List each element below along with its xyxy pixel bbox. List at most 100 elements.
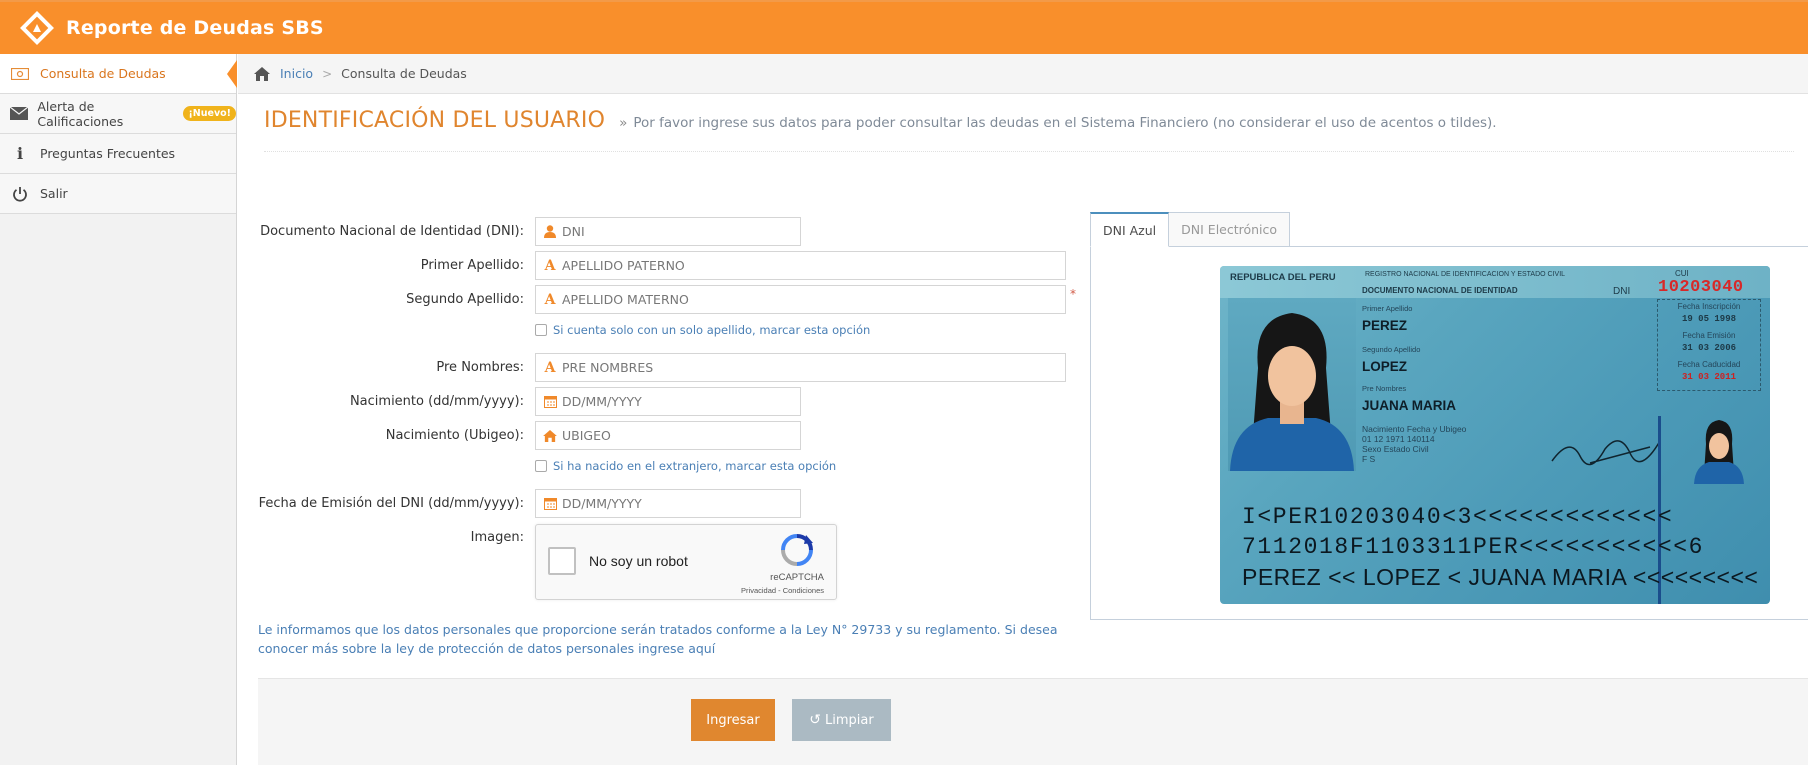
- card-lbl-inscripcion: Fecha Inscripción: [1677, 302, 1741, 311]
- card-mrz-line1: I<PER10203040<3<<<<<<<<<<<<<: [1242, 504, 1674, 530]
- required-mark: *: [1070, 287, 1076, 301]
- power-icon: [0, 186, 40, 202]
- card-photo: [1228, 298, 1356, 471]
- recaptcha-label: No soy un robot: [589, 553, 688, 569]
- dni-input[interactable]: DNI: [535, 217, 801, 246]
- submit-button[interactable]: Ingresar: [691, 699, 775, 741]
- foreign-birth-checkbox[interactable]: Si ha nacido en el extranjero, marcar es…: [535, 459, 836, 473]
- single-surname-label: Si cuenta solo con un solo apellido, mar…: [553, 323, 871, 337]
- privacy-note-link[interactable]: Le informamos que los datos personales q…: [258, 620, 1088, 658]
- breadcrumb-separator: >: [322, 66, 333, 81]
- card-signature: [1551, 440, 1661, 466]
- card-lbl-emision: Fecha Emisión: [1682, 331, 1736, 340]
- ubigeo-label: Nacimiento (Ubigeo):: [385, 428, 524, 443]
- sidebar-item-label: Alerta de Calificaciones: [37, 98, 124, 129]
- sidebar-item-label: Consulta de Deudas: [40, 66, 166, 81]
- ubigeo-placeholder: UBIGEO: [562, 428, 611, 443]
- recaptcha-brand: reCAPTCHA: [770, 572, 824, 583]
- card-caducidad: 31 03 2011: [1681, 372, 1736, 382]
- nacimiento-placeholder: DD/MM/YYYY: [562, 394, 642, 409]
- emision-placeholder: DD/MM/YYYY: [562, 496, 642, 511]
- card-country: REPUBLICA DEL PERU: [1230, 272, 1336, 283]
- breadcrumb-current: Consulta de Deudas: [341, 66, 467, 81]
- recaptcha-checkbox[interactable]: [548, 547, 576, 575]
- breadcrumb: Inicio > Consulta de Deudas: [238, 54, 1808, 94]
- page-subtitle: » Por favor ingrese sus datos para poder …: [619, 115, 1496, 131]
- recaptcha-logo-icon: [780, 533, 814, 567]
- apellido2-placeholder: APELLIDO MATERNO: [562, 292, 689, 307]
- sidebar-item-alerta[interactable]: Alerta de Calificaciones ¡Nuevo!: [0, 94, 236, 134]
- sidebar-item-preguntas[interactable]: i Preguntas Frecuentes: [0, 134, 236, 174]
- nombres-placeholder: PRE NOMBRES: [562, 360, 654, 375]
- card-dni-label: DNI: [1613, 286, 1631, 297]
- checkbox-box[interactable]: [535, 460, 547, 472]
- recaptcha-widget: No soy un robot reCAPTCHA Privacidad - C…: [535, 524, 837, 600]
- foreign-birth-label: Si ha nacido en el extranjero, marcar es…: [553, 459, 837, 473]
- card-cui-label: CUI: [1675, 269, 1689, 278]
- dni-tab-panel: REPUBLICA DEL PERU REGISTRO NACIONAL DE …: [1090, 246, 1808, 620]
- form-actions: Ingresar ↺ Limpiar: [258, 678, 1808, 765]
- nombres-label: Pre Nombres:: [436, 360, 524, 375]
- sbs-logo-icon: [20, 11, 54, 45]
- page-header: IDENTIFICACIÓN DEL USUARIO » Por favor in…: [264, 108, 1794, 152]
- dni-placeholder: DNI: [562, 224, 585, 239]
- info-icon: i: [16, 144, 24, 163]
- chevron-right-icon: »: [619, 115, 628, 131]
- font-icon: A: [544, 291, 556, 308]
- card-mrz-line2: 7112018F1103311PER<<<<<<<<<<<6: [1242, 534, 1705, 560]
- card-lbl-apellido2: Segundo Apellido: [1362, 345, 1421, 354]
- card-registry: REGISTRO NACIONAL DE IDENTIFICACION Y ES…: [1365, 271, 1566, 278]
- breadcrumb-home-link[interactable]: Inicio: [280, 66, 313, 81]
- dni-label: Documento Nacional de Identidad (DNI):: [260, 224, 524, 239]
- apellido1-input[interactable]: A APELLIDO PATERNO: [535, 251, 1066, 280]
- sidebar-item-consulta[interactable]: Consulta de Deudas: [0, 54, 237, 94]
- app-header: Reporte de Deudas SBS: [0, 0, 1808, 54]
- sidebar-item-label: Preguntas Frecuentes: [40, 146, 176, 161]
- home-icon[interactable]: [254, 66, 270, 81]
- card-nacimiento: 01 12 1971 140114: [1362, 434, 1435, 444]
- calendar-icon: [542, 497, 558, 510]
- sidebar-item-label: Salir: [40, 186, 68, 201]
- font-icon: A: [544, 359, 556, 376]
- emision-input[interactable]: DD/MM/YYYY: [535, 489, 801, 518]
- home-icon: [542, 429, 558, 442]
- card-cui-number: 10203040: [1658, 278, 1744, 297]
- ubigeo-input[interactable]: UBIGEO: [535, 421, 801, 450]
- card-sexo: F S: [1362, 454, 1376, 464]
- clear-button[interactable]: ↺ Limpiar: [792, 699, 891, 741]
- dni-card-image: REPUBLICA DEL PERU REGISTRO NACIONAL DE …: [1220, 266, 1770, 604]
- apellido2-label: Segundo Apellido:: [406, 292, 524, 307]
- card-lbl-nacimiento: Nacimiento Fecha y Ubigeo: [1362, 424, 1467, 434]
- single-surname-checkbox[interactable]: Si cuenta solo con un solo apellido, mar…: [535, 323, 870, 337]
- nacimiento-input[interactable]: DD/MM/YYYY: [535, 387, 801, 416]
- tab-dni-electronico[interactable]: DNI Electrónico: [1168, 212, 1291, 247]
- page-title: IDENTIFICACIÓN DEL USUARIO: [264, 108, 606, 133]
- calendar-icon: [542, 395, 558, 408]
- user-icon: [542, 225, 558, 238]
- card-photo-small: [1692, 414, 1746, 484]
- card-nombres: JUANA MARIA: [1362, 398, 1456, 413]
- new-badge: ¡Nuevo!: [183, 106, 236, 121]
- money-icon: [0, 67, 40, 80]
- imagen-label: Imagen:: [470, 530, 524, 545]
- card-lbl-caducidad: Fecha Caducidad: [1677, 360, 1741, 369]
- card-emision: 31 03 2006: [1681, 343, 1736, 353]
- emision-label: Fecha de Emisión del DNI (dd/mm/yyyy):: [258, 496, 524, 511]
- dni-tabs: DNI Azul DNI Electrónico: [1090, 212, 1291, 247]
- nombres-input[interactable]: A PRE NOMBRES: [535, 353, 1066, 382]
- checkbox-box[interactable]: [535, 324, 547, 336]
- clear-button-label: Limpiar: [825, 712, 874, 728]
- card-mrz-line3: PEREZ << LOPEZ < JUANA MARIA <<<<<<<<<: [1242, 564, 1759, 590]
- card-apellido2: LOPEZ: [1362, 359, 1408, 374]
- sidebar-item-salir[interactable]: Salir: [0, 174, 236, 214]
- card-apellido1: PEREZ: [1362, 318, 1408, 333]
- apellido1-placeholder: APELLIDO PATERNO: [562, 258, 685, 273]
- undo-icon: ↺: [809, 712, 822, 728]
- recaptcha-links[interactable]: Privacidad - Condiciones: [741, 586, 824, 595]
- card-lbl-sexo: Sexo Estado Civil: [1362, 444, 1429, 454]
- tab-dni-azul[interactable]: DNI Azul: [1090, 212, 1170, 247]
- apellido2-input[interactable]: A APELLIDO MATERNO: [535, 285, 1066, 314]
- apellido1-label: Primer Apellido:: [420, 258, 524, 273]
- app-title: Reporte de Deudas SBS: [66, 17, 324, 39]
- card-inscripcion: 19 05 1998: [1681, 314, 1736, 324]
